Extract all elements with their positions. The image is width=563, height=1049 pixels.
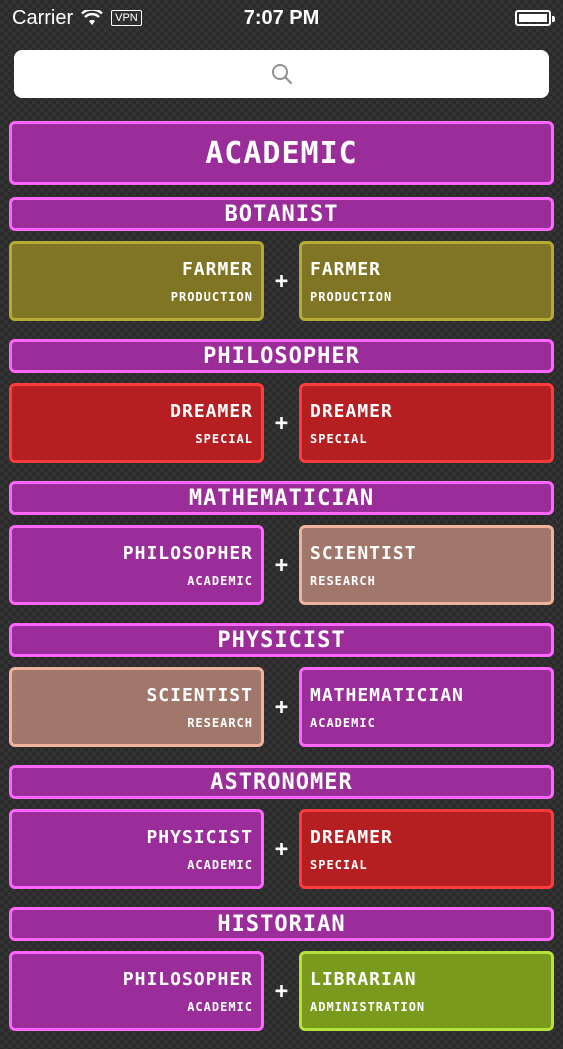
recipe-combination: FARMER PRODUCTION + FARMER PRODUCTION xyxy=(9,241,554,321)
status-bar: Carrier VPN 7:07 PM xyxy=(0,0,563,36)
search-input[interactable] xyxy=(14,50,549,98)
ingredient-name: DREAMER xyxy=(170,400,253,422)
ingredient-type: PRODUCTION xyxy=(170,289,253,304)
recipe-combination: PHILOSOPHER ACADEMIC + SCIENTIST RESEARCH xyxy=(9,525,554,605)
ingredient-type: ACADEMIC xyxy=(187,999,253,1014)
ingredient-type: RESEARCH xyxy=(187,715,253,730)
recipe-combination: PHILOSOPHER ACADEMIC + LIBRARIAN ADMINISTRAT… xyxy=(9,951,554,1031)
ingredient-name: DREAMER xyxy=(310,400,393,422)
ingredient-name: FARMER xyxy=(181,258,253,280)
ingredient-card-left[interactable]: PHILOSOPHER ACADEMIC xyxy=(9,951,264,1031)
ingredient-card-left[interactable]: FARMER PRODUCTION xyxy=(9,241,264,321)
recipe-title[interactable]: MATHEMATICIAN xyxy=(9,481,554,515)
ingredient-card-right[interactable]: LIBRARIAN ADMINISTRATION xyxy=(299,951,554,1031)
plus-icon: + xyxy=(274,410,289,436)
ingredient-type: SPECIAL xyxy=(195,431,253,446)
plus-icon: + xyxy=(274,552,289,578)
battery-icon xyxy=(515,10,555,26)
wifi-icon xyxy=(81,10,103,25)
ingredient-name: MATHEMATICIAN xyxy=(310,684,464,706)
recipe-combination: DREAMER SPECIAL + DREAMER SPECIAL xyxy=(9,383,554,463)
ingredient-type: PRODUCTION xyxy=(310,289,393,304)
ingredient-card-left[interactable]: PHILOSOPHER ACADEMIC xyxy=(9,525,264,605)
recipe-title[interactable]: PHYSICIST xyxy=(9,623,554,657)
ingredient-type: SPECIAL xyxy=(310,431,368,446)
ingredient-card-left[interactable]: DREAMER SPECIAL xyxy=(9,383,264,463)
clock: 7:07 PM xyxy=(243,6,320,29)
recipe-combination: PHYSICIST ACADEMIC + DREAMER SPECIAL xyxy=(9,809,554,889)
ingredient-type: SPECIAL xyxy=(310,857,368,872)
ingredient-card-left[interactable]: PHYSICIST ACADEMIC xyxy=(9,809,264,889)
ingredient-name: PHILOSOPHER xyxy=(122,542,253,564)
ingredient-name: PHILOSOPHER xyxy=(122,968,253,990)
recipe-combination: SCIENTIST RESEARCH + MATHEMATICIAN ACADEMIC xyxy=(9,667,554,747)
ingredient-card-right[interactable]: MATHEMATICIAN ACADEMIC xyxy=(299,667,554,747)
recipe-title[interactable]: PHILOSOPHER xyxy=(9,339,554,373)
ingredient-name: PHYSICIST xyxy=(146,826,253,848)
plus-icon: + xyxy=(274,836,289,862)
ingredient-type: RESEARCH xyxy=(310,573,376,588)
carrier-label: Carrier xyxy=(12,6,74,29)
ingredient-name: SCIENTIST xyxy=(310,542,417,564)
plus-icon: + xyxy=(274,694,289,720)
ingredient-type: ACADEMIC xyxy=(187,573,253,588)
ingredient-card-right[interactable]: DREAMER SPECIAL xyxy=(299,383,554,463)
ingredient-card-right[interactable]: SCIENTIST RESEARCH xyxy=(299,525,554,605)
ingredient-type: ADMINISTRATION xyxy=(310,999,426,1014)
ingredient-name: SCIENTIST xyxy=(146,684,253,706)
recipe-title[interactable]: HISTORIAN xyxy=(9,907,554,941)
plus-icon: + xyxy=(274,268,289,294)
recipe-title[interactable]: ASTRONOMER xyxy=(9,765,554,799)
ingredient-type: ACADEMIC xyxy=(310,715,376,730)
recipe-list[interactable]: ACADEMIC BOTANIST FARMER PRODUCTION + FARMER… xyxy=(9,121,554,1049)
ingredient-card-left[interactable]: SCIENTIST RESEARCH xyxy=(9,667,264,747)
ingredient-name: FARMER xyxy=(310,258,382,280)
search-bar[interactable] xyxy=(14,50,549,98)
category-header: ACADEMIC xyxy=(9,121,554,185)
ingredient-card-right[interactable]: DREAMER SPECIAL xyxy=(299,809,554,889)
vpn-badge: VPN xyxy=(111,10,142,26)
ingredient-card-right[interactable]: FARMER PRODUCTION xyxy=(299,241,554,321)
ingredient-name: DREAMER xyxy=(310,826,393,848)
ingredient-name: LIBRARIAN xyxy=(310,968,417,990)
recipe-title[interactable]: BOTANIST xyxy=(9,197,554,231)
ingredient-type: ACADEMIC xyxy=(187,857,253,872)
